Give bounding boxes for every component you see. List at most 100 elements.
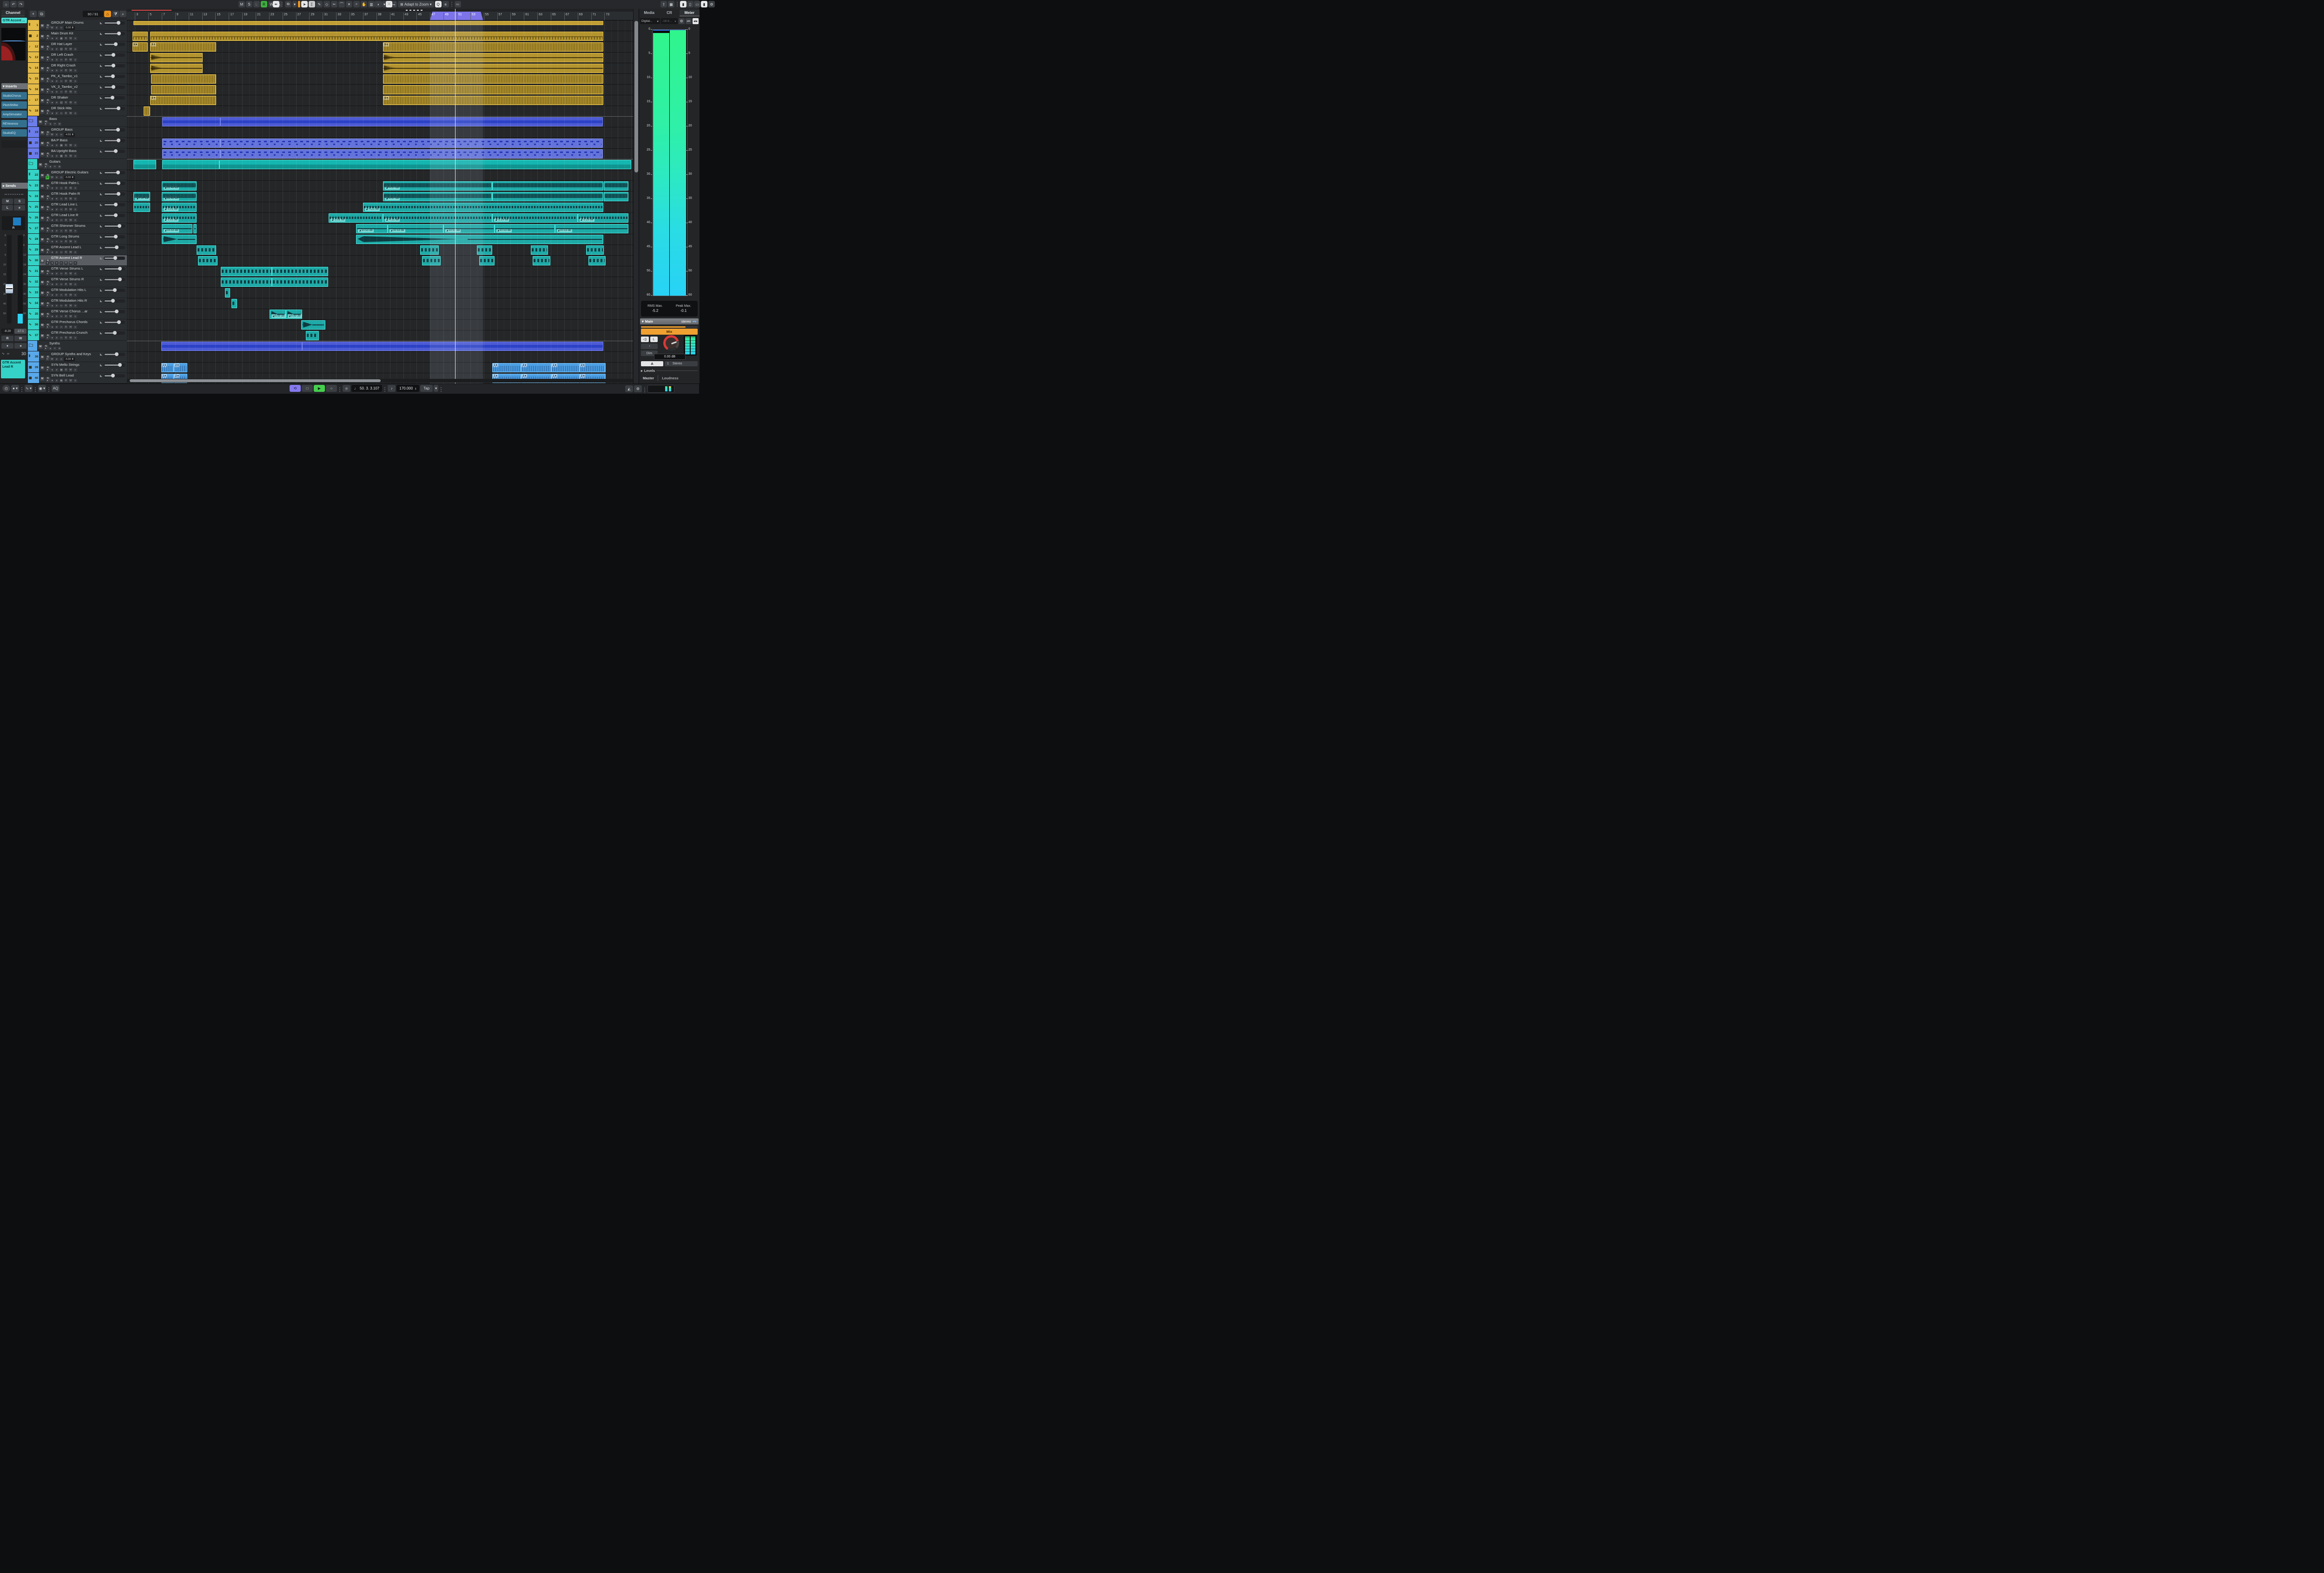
cycle-button[interactable]: ⟲ [290,385,301,392]
ctrl-≡-icon[interactable]: ≡ [73,240,77,244]
record-enable-icon[interactable]: ● [1,343,13,349]
ctrl-≡-icon[interactable]: ≡ [73,144,77,147]
track-m-button[interactable]: M [40,227,45,231]
track-row-18[interactable]: ∿18MSDR Stick Hits●◂e∞RW≡ [28,106,127,116]
ctrl-W-icon[interactable]: W [50,357,54,361]
clip-gtr-verse-strums-l-1[interactable] [272,267,328,276]
track-m-button[interactable]: M [40,24,45,28]
ctrl-W-icon[interactable]: W [69,154,73,158]
ctrl-e-icon[interactable]: e [55,293,59,297]
clip-gtr-long-strums-0[interactable] [162,235,197,244]
slider-knob[interactable] [114,235,118,238]
track-m-button[interactable]: M [40,152,45,157]
ctrl-e-icon[interactable]: e [55,315,59,318]
track-m-button[interactable]: M [40,366,45,370]
downmix-icon[interactable]: ◀•▶ [693,320,697,323]
ctrl-∞-icon[interactable]: ∞ [59,304,63,308]
track-m-button[interactable]: M [40,206,45,210]
ctrl-R-icon[interactable]: R [64,197,68,201]
track-m-button[interactable]: M [40,78,45,82]
track-row-40[interactable]: ▦40MSSYN Bell Lead●◂e▦RW≡ [28,373,127,383]
track-row-27[interactable]: ∿27MSGTR Shimmer Strums●◂e∞RW≡ [28,223,127,234]
track-volume-slider[interactable] [104,107,125,110]
snap-icon[interactable]: ⤫ [386,1,392,7]
ctrl-e-icon[interactable]: e [55,69,59,73]
track-m-button[interactable]: M [40,291,45,296]
fader-value[interactable]: -9.20 [1,329,13,334]
track-volume-slider[interactable] [104,353,125,356]
ctrl-●-icon[interactable]: ● [46,37,49,40]
clip-gtr-lead-line-l-1[interactable]: -1.01 dB [162,203,197,212]
clip-gtr-accent-lead-r-0[interactable] [198,256,218,265]
ctrl-W-icon[interactable]: W [69,304,73,308]
track-row-12[interactable]: ♪12MSDR Hat Layer●◂e▥RW≡ [28,41,127,52]
track-row-38[interactable]: ⫴38MSGROUP Synths and KeysRWe∞-5.00 ⬍ [28,351,127,362]
ctrl-●-icon[interactable]: ● [46,112,49,115]
clip-gtr-verse-strums-r-1[interactable] [272,278,328,287]
ctrl-e-icon[interactable]: e [55,218,59,222]
ctrl-●-icon[interactable]: ● [46,90,49,94]
redo-icon[interactable]: ↷ [18,1,24,7]
ctrl-W-icon[interactable]: W [69,325,73,329]
ctrl-R-icon[interactable]: R [64,79,68,83]
track-row-21[interactable]: ▦21MSBA Upright Bass●◂e▦RW≡ [28,148,127,159]
track-row-36[interactable]: ∿36MSGTR Prechorus Chords●◂e∞RW≡ [28,319,127,330]
tool-4-icon[interactable]: ✂ [331,1,337,7]
track-volume-slider[interactable] [104,225,125,228]
ctrl-≡-icon[interactable]: ≡ [73,112,77,115]
ctrl-◂-icon[interactable]: ◂ [50,304,54,308]
ctrl-●-icon[interactable]: ● [46,208,49,211]
ctrl-W-icon[interactable]: W [69,197,73,201]
ctrl-W-icon[interactable]: W [69,186,73,190]
slider-knob[interactable] [113,331,117,335]
tool-6-icon[interactable]: ✕ [346,1,352,7]
ctrl-≡-icon[interactable]: ≡ [73,58,77,62]
clip-gtr-modulation-hits-l-0[interactable] [225,288,231,297]
tempo-track-icon[interactable]: ♪ [388,385,396,392]
metronome-gear-icon[interactable]: ⚙ [634,385,642,392]
ctrl-W-icon[interactable]: W [69,79,73,83]
clip-guitars-1[interactable] [162,160,219,169]
clip-gtr-prechorus-chords-0[interactable] [301,320,325,330]
track-row-34[interactable]: ∿34MSGTR Modulation Hits R●◂e∞RW≡ [28,298,127,309]
ctrl-e-icon[interactable]: e [55,357,59,361]
track-row-26[interactable]: ∿26MSGTR Lead Line R●◂e∞RW≡ [28,212,127,223]
slider-knob[interactable] [112,85,115,89]
ctrl-e-icon[interactable]: e [55,379,59,383]
auto-scroll-icon[interactable]: ⧉ [285,1,291,7]
clip-syn-mello-strings-0[interactable]: 1 ▾ [161,363,174,372]
ctrl-R-icon[interactable]: R [64,186,68,190]
ctrl-≡-icon[interactable]: ≡ [73,37,77,40]
ctrl-∞-icon[interactable]: ∞ [59,229,63,233]
track-m-button[interactable]: M [38,120,43,125]
divider-handle-dots[interactable] [406,10,424,11]
align-icon[interactable]: ≔ [455,1,461,7]
ctrl-R-icon[interactable]: R [64,336,68,340]
track-volume-slider[interactable] [104,139,125,142]
track-volume-slider[interactable] [104,192,125,196]
ctrl-e-icon[interactable]: e [55,90,59,94]
ctrl-≡-icon[interactable]: ≡ [73,315,77,318]
track-row-13[interactable]: ∿13MSDR Left Crash●◂e∞RW≡ [28,52,127,63]
levels-section[interactable]: ▸ Levels [641,369,698,373]
ctrl-W-icon[interactable]: W [69,144,73,147]
ctrl-●-icon[interactable]: ● [46,154,49,158]
clip-dr-stick-hits-0[interactable] [144,106,150,116]
time-display[interactable]: ♩ 50. 3. 3.107 [351,385,382,392]
track-row-16[interactable]: ∿16MSVK_3_Tambo_v2●◂e∞RW≡ [28,84,127,95]
slider-knob[interactable] [117,106,120,110]
slider-knob[interactable] [111,96,114,99]
ctrl-W-icon[interactable]: W [69,90,73,94]
clip-dr-right-crash-1[interactable] [383,64,603,73]
inserts-header[interactable]: ▾ Inserts [1,83,28,89]
ctrl-◂-icon[interactable]: ◂ [48,122,52,126]
ctrl-∞-icon[interactable]: ∞ [59,315,63,318]
tool-0-icon[interactable]: ➤ [301,1,308,7]
ctrl-∞-icon[interactable]: ∞ [59,261,63,265]
track-volume-slider[interactable] [104,235,125,238]
track-volume-slider[interactable] [104,53,125,57]
clip-take-badge[interactable]: 1 ▾ [552,364,557,367]
track-filter-icon[interactable]: ⧩ [112,11,119,17]
ctrl-∞-icon[interactable]: ∞ [59,240,63,244]
clip-syn-mello-strings-1[interactable]: 2 ▾ [174,363,187,372]
